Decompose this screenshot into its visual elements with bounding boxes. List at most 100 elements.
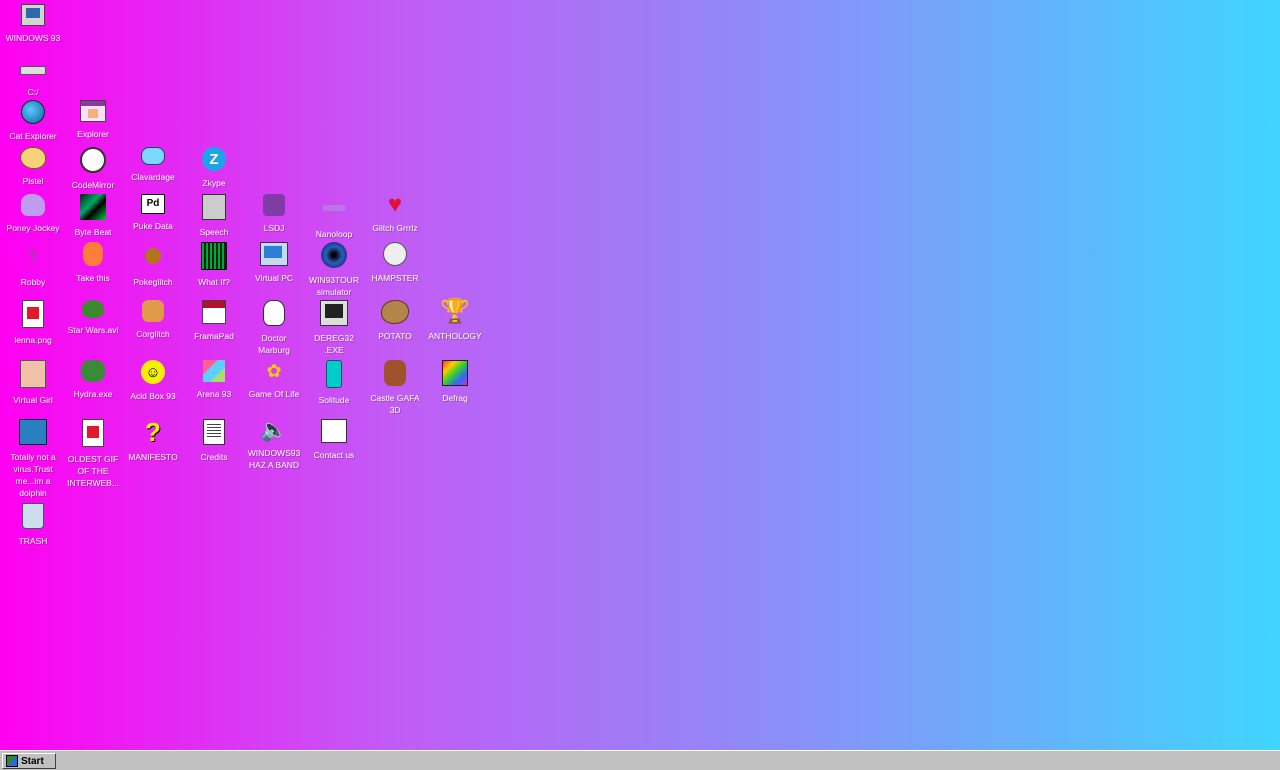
desktop-icon-robby[interactable]: ☥ Robby [3,242,63,288]
desktop-icon-windows93[interactable]: WINDOWS 93 [3,4,63,44]
desktop-icon-label: TRASH [18,536,48,546]
desktop-icon-nanoloop[interactable]: Nanoloop [304,194,364,240]
bottle-icon [320,360,348,388]
trash-icon [22,503,44,529]
speech-icon [202,194,226,220]
gif-file-icon [82,419,104,447]
desktop-icon-pokeglitch[interactable]: Pokeglitch [123,242,183,288]
desktop-icon-dolphin[interactable]: Totally not a virus.Trust me...im a dolp… [3,419,63,499]
desktop-icon-label: Take this [76,273,110,283]
text-file-icon [203,419,225,445]
speaker-icon: 🔈 [260,417,288,442]
desktop-icon-solitude[interactable]: Solitude [304,360,364,406]
desktop-icon-label: Credits [200,452,228,462]
desktop-icon-lsdj[interactable]: LSDJ [244,194,304,234]
desktop-icon-doctor-marburg[interactable]: Doctor Marburg [244,300,304,356]
taskbar: Start [0,750,1280,770]
image-file-icon [22,300,44,328]
desktop-icon-acid-box[interactable]: ☺ Acid Box 93 [123,360,183,402]
computer-icon [21,4,45,26]
desktop-icon-arena93[interactable]: Arena 93 [184,360,244,400]
desktop-icon-label: Glitch Grrrlz [372,223,418,233]
yoda-icon [82,300,104,318]
desktop-icon-castle-gafa[interactable]: Castle GAFA 3D [365,360,425,416]
desktop-icon-cat-explorer[interactable]: Cat Explorer [3,100,63,142]
desktop-icon-label: POTATO [378,331,412,341]
desktop-icon-label: DEREG32 .EXE [314,333,354,355]
desktop-icon-trash[interactable]: TRASH [3,503,63,547]
trophy-icon: 🏆 [440,298,470,325]
desktop-icon-label: Poney Jockey [6,223,60,233]
desktop-icon-label: Castle GAFA 3D [370,393,420,415]
desktop-icon-label: lenna.png [14,335,52,345]
globe-icon [21,100,45,124]
desktop-icon-label: Robby [20,277,46,287]
desktop-icon-framapad[interactable]: FramaPad [184,300,244,342]
desktop-icon-game-of-life[interactable]: ✿ Game Of Life [244,360,304,400]
desktop-icon-hydra[interactable]: Hydra.exe [63,360,123,400]
desktop-icon-poney-jockey[interactable]: Poney Jockey [3,194,63,234]
palette-icon [20,147,46,169]
cube-icon [203,360,225,382]
vortex-icon [321,242,347,268]
desktop-icon-label: LSDJ [263,223,285,233]
desktop-icon-label: Game Of Life [248,389,300,399]
desktop-icon-explorer[interactable]: Explorer [63,100,123,140]
desktop-icon-label: Pokeglitch [133,277,173,287]
desktop-icon-label: Star Wars.avi [67,325,119,335]
desktop-icon-label: WIN93TOUR simulator [309,275,359,297]
desktop-icon-what-if[interactable]: What If? [184,242,244,288]
desktop-icon-puke-data[interactable]: Pd Puke Data [123,194,183,232]
desktop-icon-dereg32[interactable]: DEREG32 .EXE [304,300,364,356]
desktop-icon-label: WINDOWS93 HAZ A BAND [247,448,301,470]
heart-icon: ♥ [387,191,403,218]
desktop-icon-label: Corglitch [136,329,170,339]
framapad-icon [202,300,226,324]
desktop-icon-virtual-pc[interactable]: Virtual PC [244,242,304,284]
desktop-icon-contact-us[interactable]: Contact us [304,419,364,461]
desktop-icon-anthology[interactable]: 🏆 ANTHOLOGY [425,300,485,342]
desktop-icon-label: Hydra.exe [73,389,113,399]
desktop-icon-label: Virtual Girl [13,395,53,405]
desktop-icon-take-this[interactable]: Take this [63,242,123,284]
lsdj-icon [263,194,285,216]
desktop-icon-virtual-girl[interactable]: Virtual Girl [3,360,63,406]
desktop-icon-manifesto[interactable]: ? MANIFESTO [123,419,183,463]
desktop-icon-c-drive[interactable]: C:/ [3,56,63,98]
desktop-icon-label: Doctor Marburg [258,333,290,355]
desktop-icon-glitch-grrrlz[interactable]: ♥ Glitch Grrrlz [365,191,425,234]
desktop-icon-label: ANTHOLOGY [428,331,482,341]
start-label: Start [21,755,44,767]
desktop-icon-pistel[interactable]: Pistel [3,147,63,187]
zkype-icon: Z [202,147,226,171]
desktop-icon-label: CodeMirror [71,180,115,190]
desktop-icon-label: Explorer [77,129,109,139]
window-icon [80,100,106,122]
potato-icon [381,300,409,324]
desktop-icon-byte-beat[interactable]: Byte Beat [63,194,123,238]
desktop-icon-label: MANIFESTO [128,452,178,462]
desktop-icon-oldest-gif[interactable]: OLDEST GIF OF THE INTERWEB... [63,419,123,489]
nanoloop-icon [320,194,348,222]
desktop-icon-label: WINDOWS 93 [5,33,61,43]
desktop-icon-star-wars[interactable]: Star Wars.avi [63,300,123,336]
hydra-icon [81,360,105,382]
desktop-icon-speech[interactable]: Speech [184,194,244,238]
virtual-pc-icon [260,242,288,266]
smiley-icon: ☺ [141,360,165,384]
desktop-icon-codemirror[interactable]: CodeMirror [63,147,123,191]
question-mark-icon: ? [145,417,161,447]
desktop-icon-corglitch[interactable]: Corglitch [123,300,183,340]
pony-icon [21,194,45,216]
desktop-icon-lenna[interactable]: lenna.png [3,300,63,346]
desktop-icon-win93tour[interactable]: WIN93TOUR simulator [304,242,364,298]
start-button[interactable]: Start [2,753,56,769]
desktop-icon-band[interactable]: 🔈 WINDOWS93 HAZ A BAND [244,419,304,471]
desktop-icon-hampster[interactable]: HAMPSTER [365,242,425,284]
desktop-icon-label: Contact us [313,450,355,460]
desktop-icon-zkype[interactable]: Z Zkype [184,147,244,189]
desktop-icon-clavardage[interactable]: Clavardage [123,147,183,183]
desktop-icon-defrag[interactable]: Defrag [425,360,485,404]
desktop-icon-credits[interactable]: Credits [184,419,244,463]
desktop-icon-potato[interactable]: POTATO [365,300,425,342]
